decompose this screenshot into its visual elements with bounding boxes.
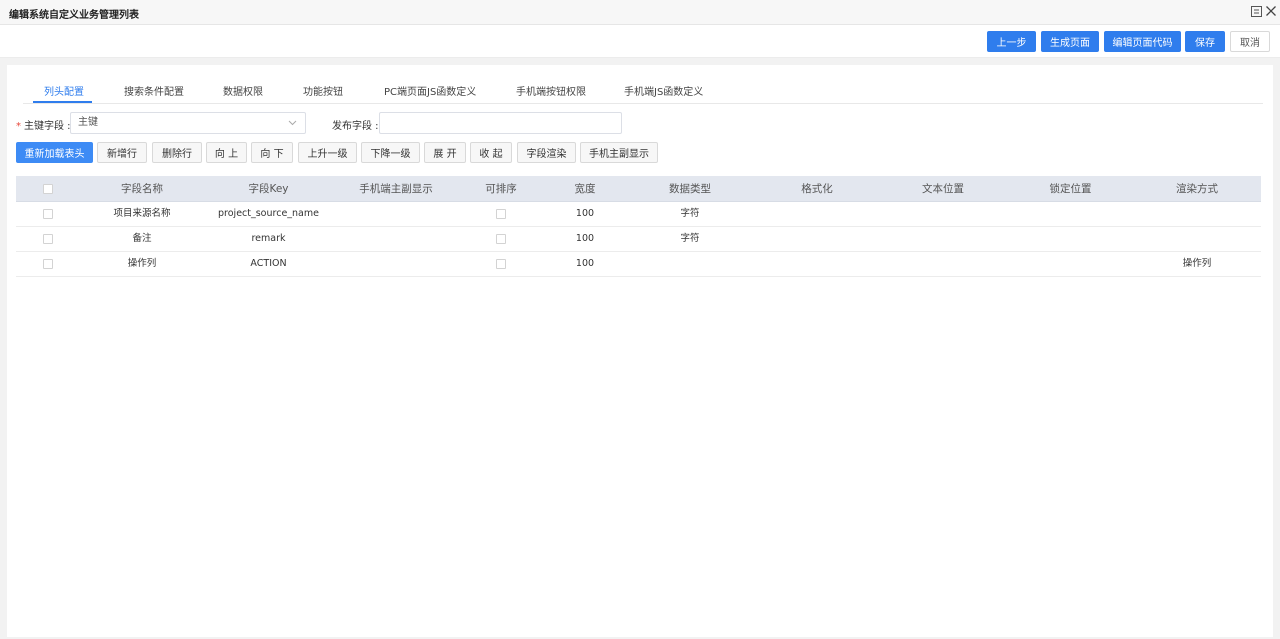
cell-data-type: 字符 [680, 233, 700, 244]
cancel-button[interactable]: 取消 [1230, 31, 1270, 52]
tab-bar: 列头配置 搜索条件配置 数据权限 功能按钮 PC端页面JS函数定义 手机端按钮权… [23, 74, 1263, 104]
maximize-icon[interactable] [1250, 5, 1264, 19]
primary-key-select[interactable]: 主键 [70, 112, 306, 134]
row-checkbox[interactable] [43, 259, 53, 269]
tab-data-permission[interactable]: 数据权限 [223, 83, 263, 98]
field-render-button[interactable]: 字段渲染 [517, 142, 576, 163]
cell-width: 100 [575, 233, 595, 244]
column-header-mobile-display: 手机端主副显示 [359, 183, 433, 195]
sortable-checkbox[interactable] [496, 259, 506, 269]
collapse-button[interactable]: 收 起 [470, 142, 512, 163]
key-fields-row: * 主键字段 : 主键 发布字段 : [7, 111, 1273, 135]
cell-field-key: project_source_name [218, 208, 319, 219]
tab-search-config[interactable]: 搜索条件配置 [124, 83, 184, 98]
cell-field-key: ACTION [250, 258, 287, 269]
cell-data-type [629, 252, 751, 276]
reload-header-button[interactable]: 重新加载表头 [16, 142, 93, 163]
edit-page-code-button[interactable]: 编辑页面代码 [1104, 31, 1181, 52]
demote-level-button[interactable]: 下降一级 [361, 142, 420, 163]
table-row[interactable]: 备注 remark 100 字符 [16, 227, 1261, 252]
table-row[interactable]: 项目来源名称 project_source_name 100 字符 [16, 202, 1261, 227]
tab-mobile-button-permission[interactable]: 手机端按钮权限 [516, 83, 586, 98]
sortable-checkbox[interactable] [496, 234, 506, 244]
mobile-primary-secondary-button[interactable]: 手机主副显示 [580, 142, 658, 163]
column-header-field-name: 字段名称 [121, 183, 163, 195]
tab-function-buttons[interactable]: 功能按钮 [303, 83, 343, 98]
tab-pc-js-functions[interactable]: PC端页面JS函数定义 [384, 83, 476, 98]
cell-width: 100 [575, 208, 595, 219]
cell-field-key: remark [251, 233, 286, 244]
save-button[interactable]: 保存 [1185, 31, 1225, 52]
publish-field-input[interactable] [379, 112, 622, 134]
publish-field-label: 发布字段 : [332, 121, 379, 132]
cell-field-name: 项目来源名称 [113, 208, 171, 219]
row-checkbox[interactable] [43, 234, 53, 244]
active-tab-indicator [33, 101, 92, 103]
cell-width: 100 [575, 258, 595, 269]
add-row-button[interactable]: 新增行 [97, 142, 147, 163]
row-checkbox[interactable] [43, 209, 53, 219]
cell-field-name: 备注 [132, 233, 152, 244]
promote-level-button[interactable]: 上升一级 [298, 142, 357, 163]
primary-key-value: 主键 [78, 117, 98, 128]
generate-page-button[interactable]: 生成页面 [1041, 31, 1099, 52]
column-header-format: 格式化 [801, 183, 833, 195]
column-header-width: 宽度 [574, 183, 596, 195]
sortable-checkbox[interactable] [496, 209, 506, 219]
move-down-button[interactable]: 向 下 [251, 142, 293, 163]
tab-column-config[interactable]: 列头配置 [44, 83, 84, 98]
column-config-table: 字段名称 字段Key 手机端主副显示 可排序 宽度 数据类型 格式化 文本位置 … [16, 176, 1261, 277]
prev-step-button[interactable]: 上一步 [987, 31, 1036, 52]
cell-render-mode [1138, 227, 1256, 251]
select-all-checkbox[interactable] [43, 184, 53, 194]
column-header-field-key: 字段Key [248, 183, 289, 195]
window-title: 编辑系统自定义业务管理列表 [9, 10, 139, 21]
column-header-data-type: 数据类型 [669, 183, 711, 195]
column-header-lock-position: 锁定位置 [1049, 183, 1092, 195]
tab-mobile-js-functions[interactable]: 手机端JS函数定义 [624, 83, 703, 98]
close-icon[interactable] [1265, 5, 1279, 19]
cell-render-mode [1138, 202, 1256, 226]
cell-field-name: 操作列 [127, 258, 157, 269]
column-header-render-mode: 渲染方式 [1176, 183, 1218, 195]
column-header-sortable: 可排序 [485, 183, 517, 195]
table-header: 字段名称 字段Key 手机端主副显示 可排序 宽度 数据类型 格式化 文本位置 … [16, 176, 1261, 202]
delete-row-button[interactable]: 删除行 [152, 142, 202, 163]
dialog-window: 编辑系统自定义业务管理列表 上一步 生成页面 编辑页面代码 保存 取消 列头配置… [0, 0, 1280, 639]
action-bar: 上一步 生成页面 编辑页面代码 保存 取消 [0, 25, 1280, 58]
main-card: 列头配置 搜索条件配置 数据权限 功能按钮 PC端页面JS函数定义 手机端按钮权… [7, 65, 1273, 637]
table-row[interactable]: 操作列 ACTION 100 操作列 [16, 252, 1261, 277]
expand-button[interactable]: 展 开 [424, 142, 466, 163]
cell-data-type: 字符 [680, 208, 700, 219]
title-bar: 编辑系统自定义业务管理列表 [0, 0, 1280, 25]
cell-render-mode: 操作列 [1182, 258, 1212, 269]
column-header-text-align: 文本位置 [922, 183, 964, 195]
primary-key-label: * 主键字段 : [16, 121, 71, 132]
table-toolbar: 重新加载表头 新增行 删除行 向 上 向 下 上升一级 下降一级 展 开 收 起… [7, 142, 1273, 163]
move-up-button[interactable]: 向 上 [206, 142, 247, 163]
chevron-down-icon [288, 120, 297, 126]
